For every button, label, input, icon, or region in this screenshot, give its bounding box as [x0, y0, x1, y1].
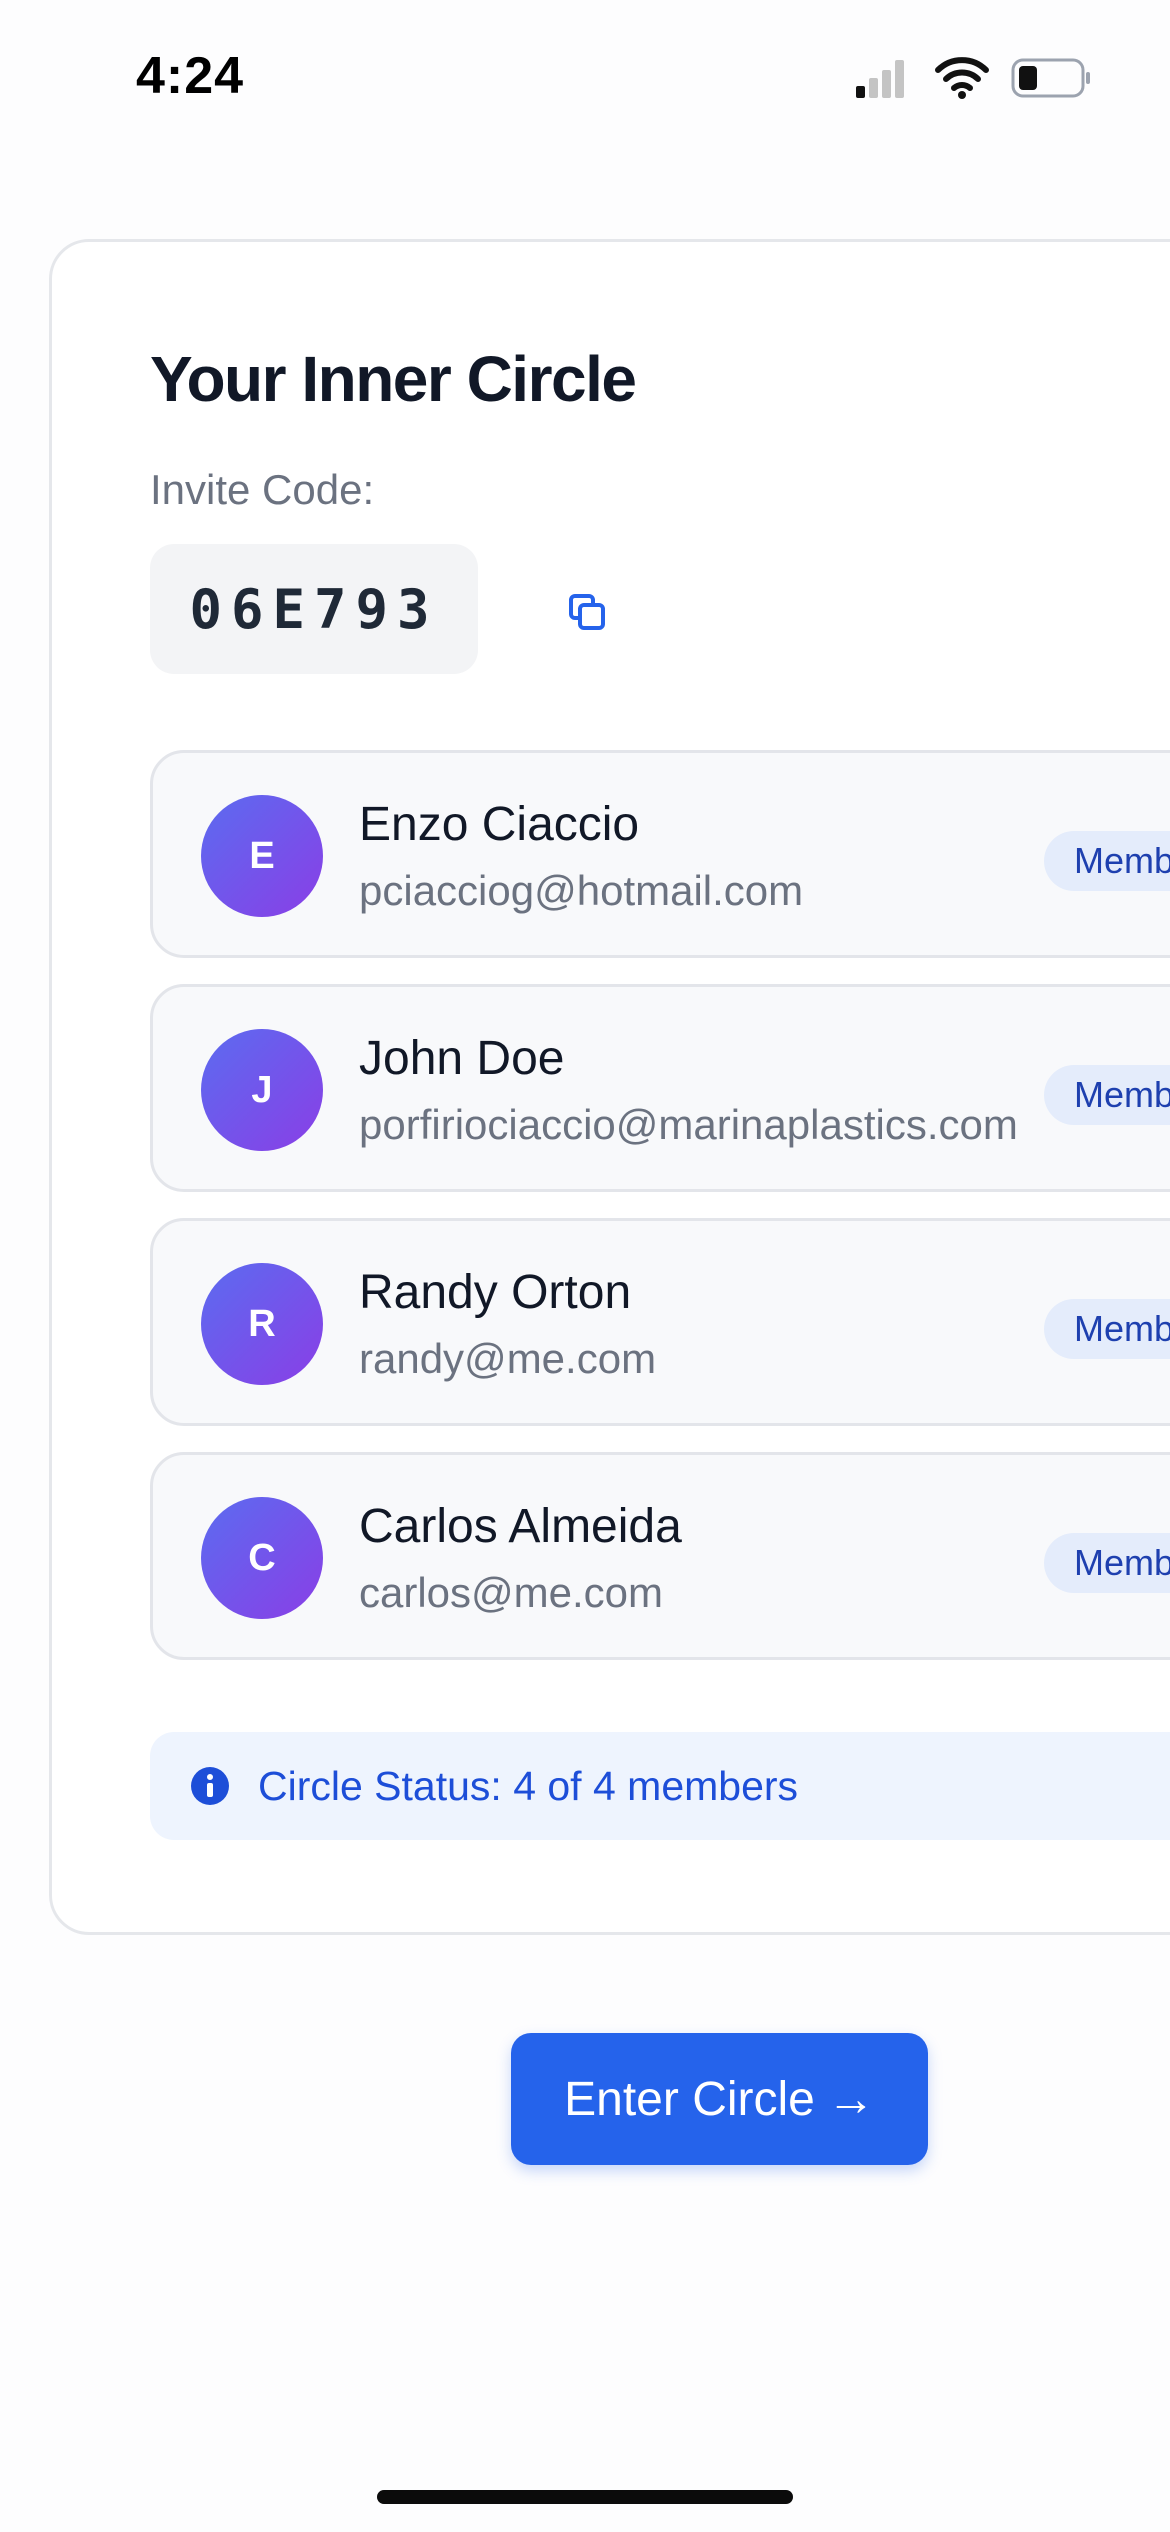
battery-icon [1011, 58, 1090, 98]
copy-icon [569, 594, 605, 630]
enter-circle-button[interactable]: Enter Circle → [511, 2033, 928, 2165]
avatar: J [201, 1029, 323, 1151]
copy-code-button[interactable] [552, 582, 622, 642]
role-badge: Member [1044, 1299, 1170, 1359]
member-email: porfiriociaccio@marinaplastics.com [359, 1101, 1018, 1148]
status-time: 4:24 [136, 47, 245, 105]
member-name: Carlos Almeida [359, 1500, 682, 1553]
member-name: Enzo Ciaccio [359, 798, 640, 851]
page-title: Your Inner Circle [150, 343, 637, 415]
role-badge: Member [1044, 1533, 1170, 1593]
invite-code-box: 06E793 [150, 544, 478, 674]
member-name: John Doe [359, 1032, 565, 1085]
avatar: R [201, 1263, 323, 1385]
member-email: carlos@me.com [359, 1569, 664, 1616]
info-icon [191, 1767, 229, 1805]
cellular-signal-icon [856, 60, 904, 98]
arrow-right-icon: → [826, 2072, 875, 2126]
avatar: E [201, 795, 323, 917]
member-name: Randy Orton [359, 1266, 632, 1319]
invite-code-value: 06E793 [189, 577, 439, 641]
role-badge: Member [1044, 831, 1170, 891]
member-row[interactable]: R Randy Orton randy@me.com Member [150, 1218, 1170, 1426]
circle-status-banner: Circle Status: 4 of 4 members [150, 1732, 1170, 1840]
enter-circle-label: Enter Circle [564, 2072, 815, 2126]
wifi-icon [935, 57, 989, 99]
role-badge: Member [1044, 1065, 1170, 1125]
member-row[interactable]: E Enzo Ciaccio pciacciog@hotmail.com Mem… [150, 750, 1170, 958]
inner-circle-card: Your Inner Circle Invite Code: 06E793 E … [49, 239, 1170, 1935]
member-row[interactable]: J John Doe porfiriociaccio@marinaplastic… [150, 984, 1170, 1192]
circle-status-text: Circle Status: 4 of 4 members [258, 1763, 799, 1809]
member-row[interactable]: C Carlos Almeida carlos@me.com Member [150, 1452, 1170, 1660]
invite-code-label: Invite Code: [150, 466, 375, 513]
member-email: randy@me.com [359, 1335, 657, 1382]
home-indicator[interactable] [377, 2490, 793, 2504]
screen: 4:24 Your Inner Circle Invite Code: 06E7… [0, 0, 1170, 2532]
avatar: C [201, 1497, 323, 1619]
member-email: pciacciog@hotmail.com [359, 867, 804, 914]
